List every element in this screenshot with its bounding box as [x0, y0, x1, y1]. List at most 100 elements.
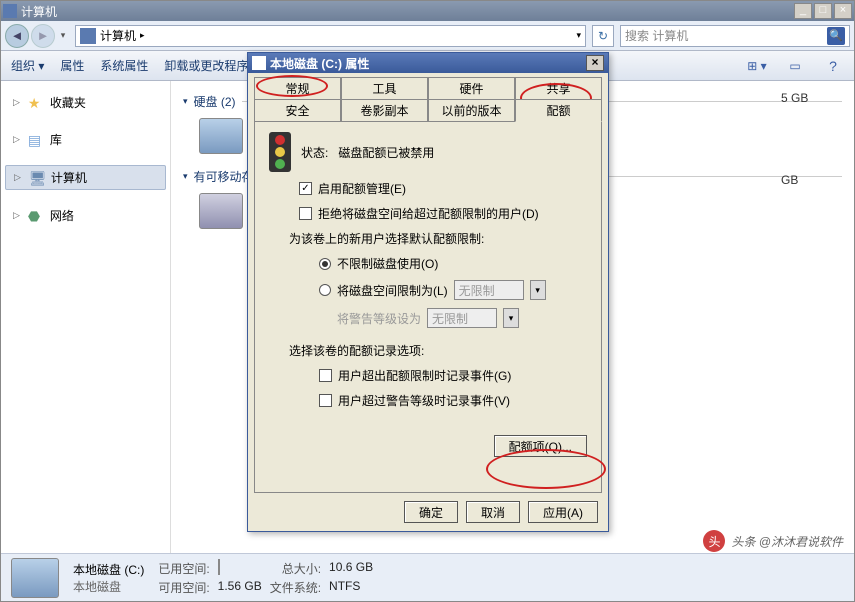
sidebar-label: 收藏夹 [50, 94, 86, 111]
tab-previous-versions[interactable]: 以前的版本 [428, 99, 515, 121]
status-value: 磁盘配额已被禁用 [338, 144, 434, 161]
traffic-light-icon [269, 132, 291, 172]
window-title: 计算机 [21, 3, 794, 20]
dialog-buttons: 确定 取消 应用(A) [248, 493, 608, 531]
star-icon: ★ [28, 95, 44, 111]
used-label: 已用空间: [158, 560, 209, 577]
fs-value: NTFS [329, 579, 373, 596]
sidebar-label: 网络 [50, 207, 74, 224]
free-label: 可用空间: [158, 579, 209, 596]
system-properties-button[interactable]: 系统属性 [100, 57, 148, 74]
dialog-titlebar: 本地磁盘 (C:) 属性 × [248, 53, 608, 73]
log-exceed-checkbox[interactable] [319, 369, 332, 382]
chevron-right-icon: ▷ [14, 172, 21, 183]
nav-bar: ◄ ► ▾ 计算机 ▸ ▾ ↻ 搜索 计算机 🔍 [1, 21, 854, 51]
used-value [218, 560, 262, 577]
search-placeholder: 搜索 计算机 [625, 27, 688, 44]
status-type: 本地磁盘 [73, 578, 144, 595]
rightpane-info: 5 GB GB [781, 91, 808, 187]
computer-icon [3, 4, 17, 18]
dialog-close-button[interactable]: × [586, 55, 604, 71]
search-input[interactable]: 搜索 计算机 🔍 [620, 25, 850, 47]
refresh-button[interactable]: ↻ [592, 25, 614, 47]
group-label: 有可移动存 [194, 168, 254, 185]
drive-icon [199, 118, 243, 154]
deny-exceed-checkbox[interactable] [299, 207, 312, 220]
tab-strip: 常规 工具 硬件 共享 安全 卷影副本 以前的版本 配额 [248, 73, 608, 121]
dialog-title: 本地磁盘 (C:) 属性 [270, 55, 369, 72]
chevron-right-icon: ▷ [13, 134, 20, 145]
library-icon: ▤ [28, 132, 44, 148]
quota-entries-button[interactable]: 配额项(Q)... [494, 435, 587, 457]
warning-value-combo[interactable]: 无限制 [427, 308, 497, 328]
no-limit-label: 不限制磁盘使用(O) [337, 255, 438, 272]
warning-level-label: 将警告等级设为 [337, 310, 421, 327]
apply-button[interactable]: 应用(A) [528, 501, 598, 523]
minimize-button[interactable]: _ [794, 3, 812, 19]
tab-security[interactable]: 安全 [254, 99, 341, 121]
address-bar[interactable]: 计算机 ▸ ▾ [75, 25, 586, 47]
sidebar-label: 库 [50, 131, 62, 148]
tab-hardware[interactable]: 硬件 [428, 77, 515, 99]
log-warning-checkbox[interactable] [319, 394, 332, 407]
limit-to-radio[interactable] [319, 284, 331, 296]
titlebar: 计算机 _ □ × [1, 1, 854, 21]
cancel-button[interactable]: 取消 [466, 501, 520, 523]
help-icon[interactable]: ? [822, 56, 844, 76]
breadcrumb-chevron[interactable]: ▸ [140, 30, 145, 41]
status-name: 本地磁盘 (C:) [73, 561, 144, 578]
address-dropdown[interactable]: ▾ [576, 30, 581, 41]
chevron-right-icon: ▷ [13, 210, 20, 221]
tab-quota[interactable]: 配额 [515, 99, 602, 122]
tab-general[interactable]: 常规 [254, 77, 341, 99]
tab-shadow-copies[interactable]: 卷影副本 [341, 99, 428, 121]
maximize-button[interactable]: □ [814, 3, 832, 19]
total-label: 总大小: [270, 560, 321, 577]
watermark-icon: 头 [703, 530, 725, 552]
watermark-text: 头条 @沐沐君说软件 [731, 533, 843, 550]
limit-to-label: 将磁盘空间限制为(L) [337, 282, 448, 299]
back-button[interactable]: ◄ [5, 24, 29, 48]
sidebar-item-computer[interactable]: ▷ 🖥 计算机 [5, 165, 166, 190]
quota-panel: 状态: 磁盘配额已被禁用 ✓ 启用配额管理(E) 拒绝将磁盘空间给超过配额限制的… [254, 121, 602, 493]
sidebar-label: 计算机 [51, 169, 87, 186]
status-label: 状态: [301, 144, 328, 161]
nav-sidebar: ▷ ★ 收藏夹 ▷ ▤ 库 ▷ 🖥 计算机 ▷ ⬣ 网络 [1, 81, 171, 553]
floppy-icon [199, 193, 243, 229]
forward-button[interactable]: ► [31, 24, 55, 48]
deny-exceed-label: 拒绝将磁盘空间给超过配额限制的用户(D) [318, 205, 539, 222]
log-warning-label: 用户超过警告等级时记录事件(V) [338, 392, 510, 409]
enable-quota-checkbox[interactable]: ✓ [299, 182, 312, 195]
close-button[interactable]: × [834, 3, 852, 19]
properties-dialog: 本地磁盘 (C:) 属性 × 常规 工具 硬件 共享 安全 卷影副本 以前的版本… [247, 52, 609, 532]
sidebar-item-favorites[interactable]: ▷ ★ 收藏夹 [5, 91, 166, 114]
drive-icon [252, 56, 266, 70]
tab-sharing[interactable]: 共享 [515, 77, 602, 99]
limit-value-combo[interactable]: 无限制 [454, 280, 524, 300]
preview-pane-button[interactable]: ▭ [784, 56, 806, 76]
view-menu[interactable]: ⊞ ▾ [746, 56, 768, 76]
computer-icon [80, 28, 96, 44]
default-limit-label: 为该卷上的新用户选择默认配额限制: [289, 230, 587, 247]
history-dropdown[interactable]: ▾ [57, 30, 69, 41]
properties-button[interactable]: 属性 [60, 57, 84, 74]
ok-button[interactable]: 确定 [404, 501, 458, 523]
uninstall-button[interactable]: 卸载或更改程序 [164, 57, 248, 74]
warning-unit-dropdown[interactable]: ▾ [503, 308, 519, 328]
group-label: 硬盘 (2) [194, 93, 236, 110]
watermark: 头 头条 @沐沐君说软件 [703, 530, 843, 552]
total-value: 10.6 GB [329, 560, 373, 577]
search-icon[interactable]: 🔍 [827, 27, 845, 45]
limit-unit-dropdown[interactable]: ▾ [530, 280, 546, 300]
sidebar-item-network[interactable]: ▷ ⬣ 网络 [5, 204, 166, 227]
fs-label: 文件系统: [270, 579, 321, 596]
tab-tools[interactable]: 工具 [341, 77, 428, 99]
network-icon: ⬣ [28, 208, 44, 224]
log-options-label: 选择该卷的配额记录选项: [289, 342, 587, 359]
sidebar-item-libraries[interactable]: ▷ ▤ 库 [5, 128, 166, 151]
breadcrumb-segment[interactable]: 计算机 [100, 27, 136, 44]
computer-icon: 🖥 [29, 170, 45, 186]
no-limit-radio[interactable] [319, 258, 331, 270]
organize-menu[interactable]: 组织 ▾ [11, 57, 44, 74]
log-exceed-label: 用户超出配额限制时记录事件(G) [338, 367, 511, 384]
